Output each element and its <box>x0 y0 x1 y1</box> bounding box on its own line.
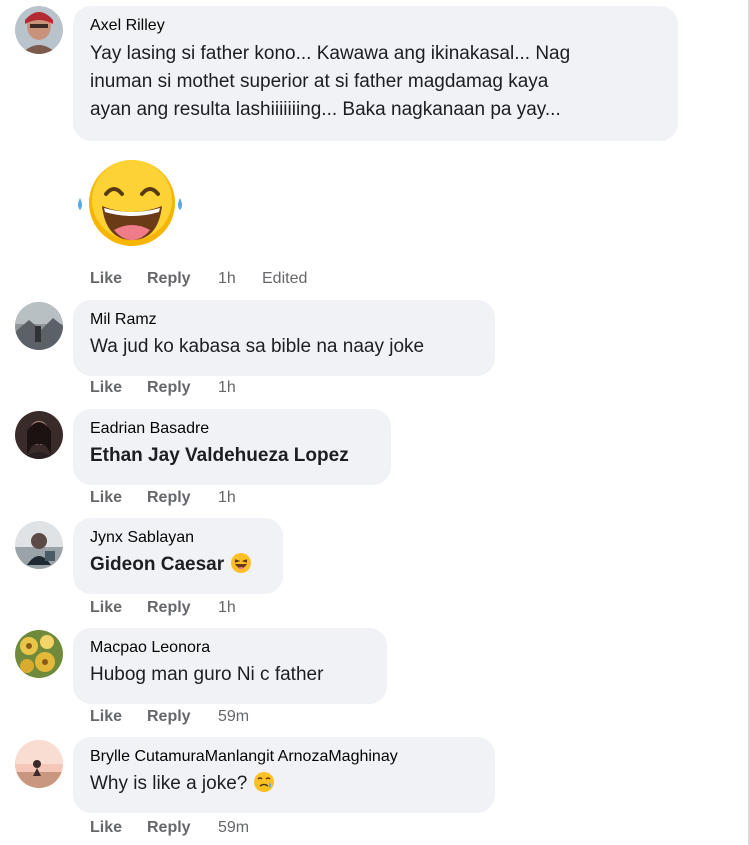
tagged-user-link[interactable]: Ethan Jay Valdehueza Lopez <box>90 442 374 470</box>
comment-bubble: Eadrian Basadre Ethan Jay Valdehueza Lop… <box>73 409 391 485</box>
like-link[interactable]: Like <box>90 599 147 617</box>
timestamp[interactable]: 59m <box>218 708 262 726</box>
comment-actions: Like Reply 59m <box>90 708 262 726</box>
avatar[interactable] <box>15 302 63 350</box>
comment-bubble: Axel Rilley Yay lasing si father kono...… <box>73 6 678 141</box>
tagged-user-link[interactable]: Gideon Caesar <box>90 554 224 575</box>
comment-text-line: Yay lasing si father kono... Kawawa ang … <box>90 43 571 64</box>
comment-text: Why is like a joke? <box>90 770 478 802</box>
like-link[interactable]: Like <box>90 489 147 507</box>
reply-link[interactable]: Reply <box>147 270 218 288</box>
comment-text-line: inuman si mothet superior at si father m… <box>90 71 549 92</box>
comment-text: Gideon Caesar <box>90 551 266 583</box>
comment-author[interactable]: Eadrian Basadre <box>90 419 374 439</box>
comment-author[interactable]: Jynx Sablayan <box>90 528 266 548</box>
comment-bubble: Brylle CutamuraManlangit ArnozaMaghinay … <box>73 737 495 813</box>
avatar[interactable] <box>15 6 63 54</box>
comment-bubble: Mil Ramz Wa jud ko kabasa sa bible na na… <box>73 300 495 376</box>
like-link[interactable]: Like <box>90 270 147 288</box>
comment-actions: Like Reply 59m <box>90 819 262 837</box>
like-link[interactable]: Like <box>90 819 147 837</box>
reply-link[interactable]: Reply <box>147 599 218 617</box>
laughing-tears-emoji <box>74 158 186 248</box>
like-link[interactable]: Like <box>90 708 147 726</box>
comment-text: Yay lasing si father kono... Kawawa ang … <box>90 40 661 124</box>
like-link[interactable]: Like <box>90 379 147 397</box>
comment-actions: Like Reply 1h <box>90 379 262 397</box>
reply-link[interactable]: Reply <box>147 708 218 726</box>
reply-link[interactable]: Reply <box>147 489 218 507</box>
reply-link[interactable]: Reply <box>147 379 218 397</box>
comment-author[interactable]: Brylle CutamuraManlangit ArnozaMaghinay <box>90 747 478 767</box>
reply-link[interactable]: Reply <box>147 819 218 837</box>
comment-text: Hubog man guro Ni c father <box>90 664 324 685</box>
edited-label: Edited <box>262 270 308 287</box>
timestamp[interactable]: 1h <box>218 599 262 617</box>
comment-author[interactable]: Macpao Leonora <box>90 638 370 658</box>
comment-text-line: ayan ang resulta lashiiiiiiing... Baka n… <box>90 99 561 120</box>
comment-bubble: Jynx Sablayan Gideon Caesar <box>73 518 283 594</box>
comment-text-content: Why is like a joke? <box>90 773 248 794</box>
laughing-emoji <box>230 552 252 583</box>
comment-text: Wa jud ko kabasa sa bible na naay joke <box>90 336 425 357</box>
timestamp[interactable]: 1h <box>218 270 262 288</box>
avatar[interactable] <box>15 630 63 678</box>
comment-actions: Like Reply 1h Edited <box>90 270 307 288</box>
sad-smile-emoji <box>253 771 275 802</box>
timestamp[interactable]: 1h <box>218 489 262 507</box>
avatar[interactable] <box>15 740 63 788</box>
comment-actions: Like Reply 1h <box>90 599 262 617</box>
comment-actions: Like Reply 1h <box>90 489 262 507</box>
comment-author[interactable]: Mil Ramz <box>90 310 478 330</box>
comment-bubble: Macpao Leonora Hubog man guro Ni c fathe… <box>73 628 387 704</box>
avatar[interactable] <box>15 521 63 569</box>
avatar[interactable] <box>15 411 63 459</box>
timestamp[interactable]: 1h <box>218 379 262 397</box>
timestamp[interactable]: 59m <box>218 819 262 837</box>
comment-author[interactable]: Axel Rilley <box>90 16 661 36</box>
